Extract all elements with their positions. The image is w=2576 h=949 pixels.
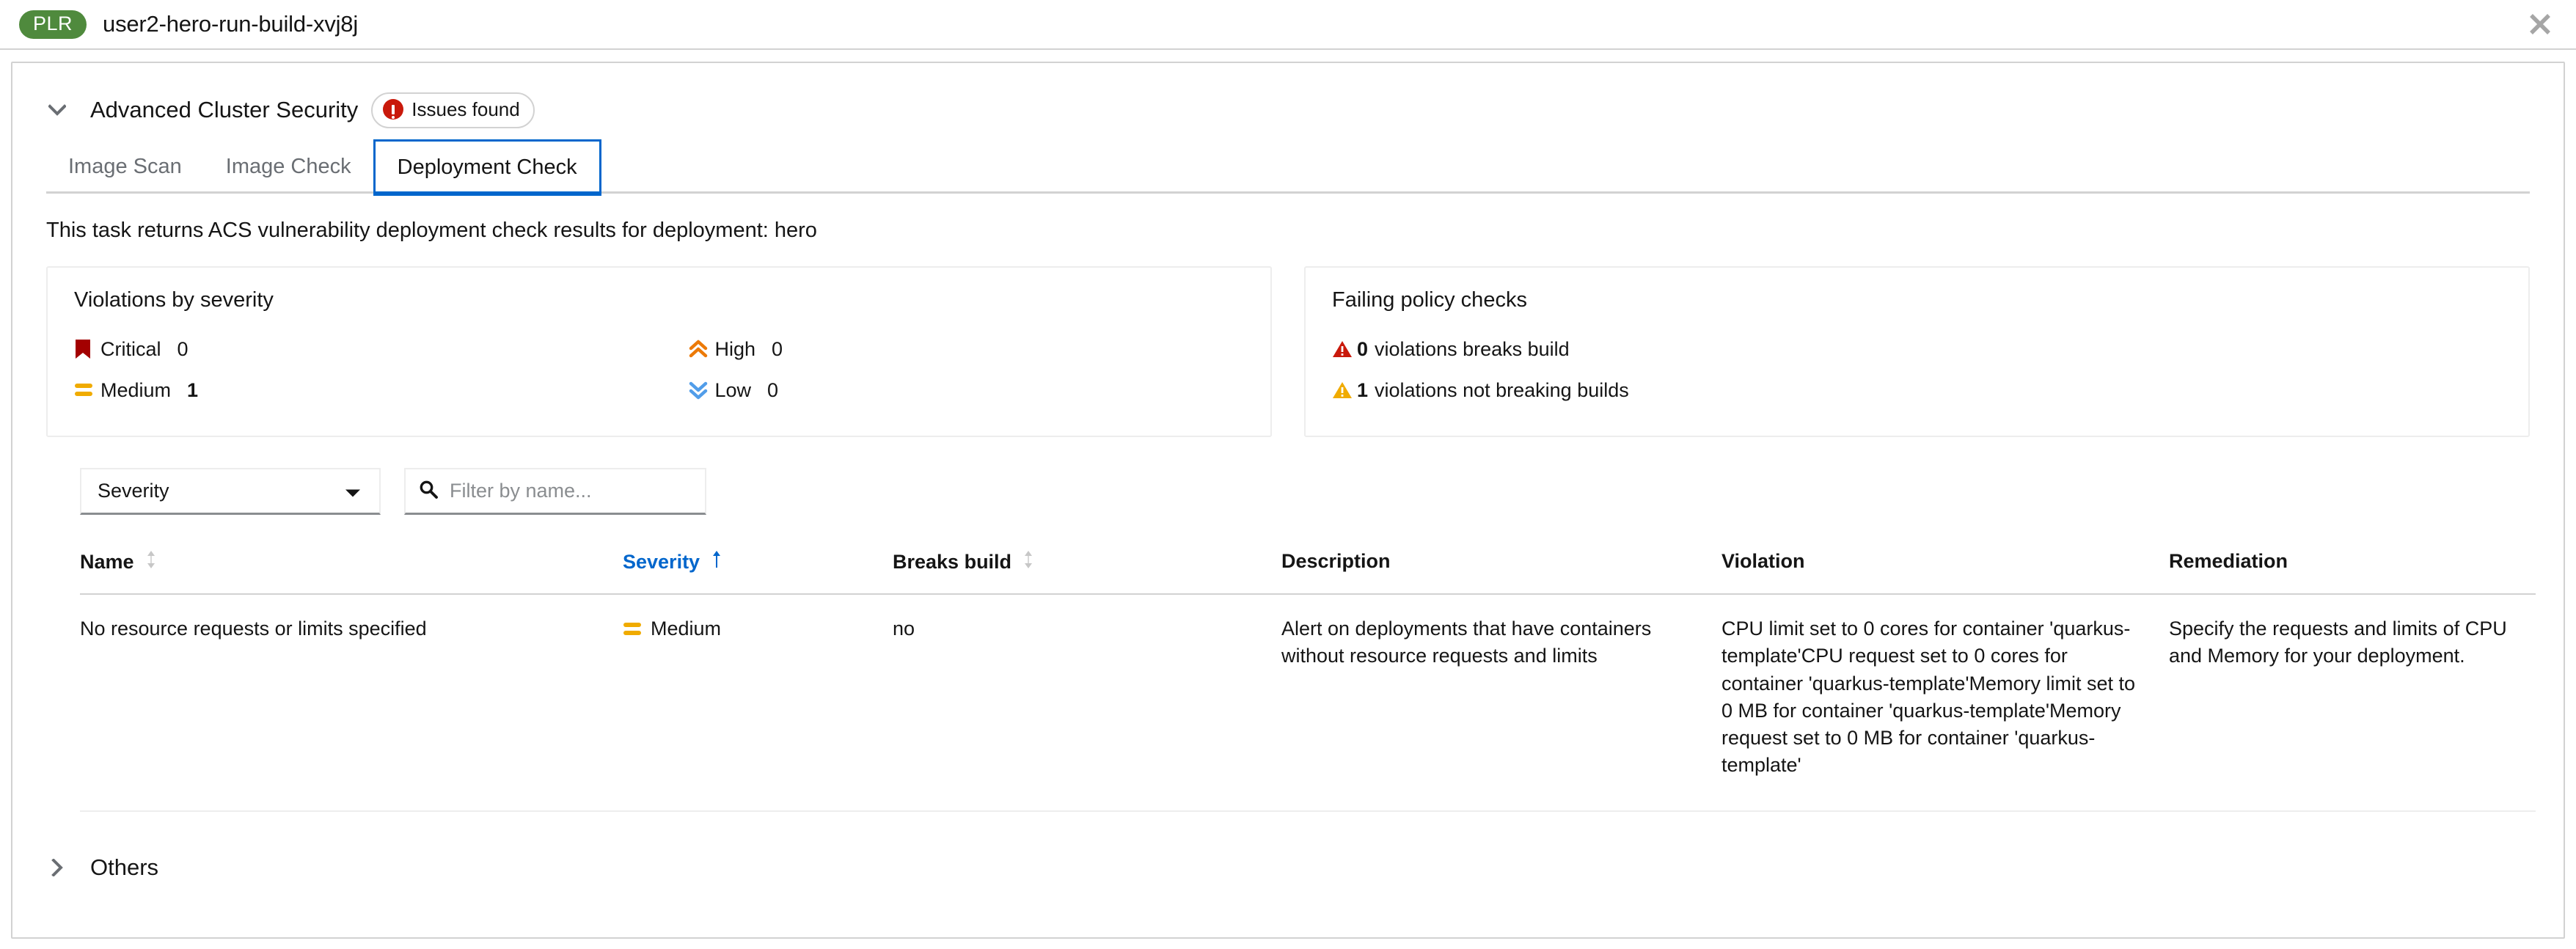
results-panel: Advanced Cluster Security Issues found I…	[11, 62, 2565, 939]
name-filter-search[interactable]	[404, 468, 706, 515]
critical-severity-icon	[74, 339, 99, 359]
exclamation-circle-icon	[383, 99, 404, 120]
severity-label-high: High	[714, 337, 756, 360]
table-toolbar: Severity	[80, 468, 2564, 515]
tab-image-scan[interactable]: Image Scan	[46, 139, 204, 194]
policy-text-breaks-build: violations breaks build	[1375, 337, 1570, 360]
severity-row-low: Low 0	[689, 370, 1245, 411]
column-label-breaks-build: Breaks build	[893, 551, 1012, 573]
pipeline-run-badge: PLR	[19, 10, 87, 39]
policy-row-not-breaking-builds: 1 violations not breaking builds	[1332, 370, 2502, 411]
severity-filter-select[interactable]: Severity	[80, 468, 381, 515]
violations-by-severity-card: Violations by severity Critical 0 Medium…	[46, 266, 1272, 437]
column-header-description: Description	[1281, 540, 1721, 595]
failing-policy-checks-card: Failing policy checks 0 violations break…	[1304, 266, 2530, 437]
error-triangle-icon	[1332, 340, 1357, 359]
summary-cards: Violations by severity Critical 0 Medium…	[46, 266, 2530, 437]
column-label-name: Name	[80, 551, 134, 573]
column-header-severity[interactable]: Severity	[623, 540, 893, 595]
severity-row-medium: Medium 1	[74, 370, 659, 411]
search-icon	[419, 480, 438, 502]
column-header-breaks-build[interactable]: Breaks build	[893, 540, 1281, 595]
severity-row-critical: Critical 0	[74, 329, 659, 370]
column-label-severity: Severity	[623, 551, 700, 573]
severity-count-medium: 1	[187, 378, 199, 401]
cell-description: Alert on deployments that have container…	[1281, 594, 1721, 812]
severity-count-low: 0	[767, 378, 779, 401]
table-header-row: Name Severity Breaks build Description V…	[80, 540, 2536, 595]
chevron-down-icon	[345, 480, 360, 502]
sort-icon	[1023, 550, 1033, 574]
table-body: No resource requests or limits specified…	[80, 594, 2536, 812]
high-severity-icon	[689, 340, 714, 359]
others-label: Others	[90, 854, 159, 880]
table-row: No resource requests or limits specified…	[80, 594, 2536, 812]
medium-severity-icon	[74, 382, 99, 398]
close-button[interactable]	[2523, 7, 2557, 41]
section-collapse-toggle[interactable]	[46, 99, 68, 121]
window-header: PLR user2-hero-run-build-xvj8j	[0, 0, 2576, 50]
medium-severity-icon	[623, 615, 642, 637]
chevron-right-icon	[51, 858, 63, 876]
severity-filter-value: Severity	[98, 480, 169, 502]
page-title: user2-hero-run-build-xvj8j	[103, 11, 359, 37]
tab-deployment-check[interactable]: Deployment Check	[373, 139, 601, 196]
column-header-violation: Violation	[1721, 540, 2169, 595]
severity-count-critical: 0	[177, 337, 189, 360]
column-header-remediation: Remediation	[2169, 540, 2536, 595]
cell-name: No resource requests or limits specified	[80, 594, 623, 812]
cell-remediation: Specify the requests and limits of CPU a…	[2169, 594, 2536, 812]
violations-table: Name Severity Breaks build Description V…	[80, 540, 2536, 812]
policy-count-breaks-build: 0	[1357, 337, 1369, 360]
table-header: Name Severity Breaks build Description V…	[80, 540, 2536, 595]
others-section-header: Others	[46, 854, 2564, 881]
low-severity-icon	[689, 381, 714, 400]
issues-found-badge[interactable]: Issues found	[371, 92, 535, 128]
cell-violation: CPU limit set to 0 cores for container '…	[1721, 594, 2169, 812]
close-icon	[2530, 14, 2550, 34]
search-input[interactable]	[448, 479, 692, 503]
others-expand-toggle[interactable]	[46, 857, 68, 879]
policy-row-breaks-build: 0 violations breaks build	[1332, 329, 2502, 370]
policy-count-not-breaking-builds: 1	[1357, 378, 1369, 401]
severity-label-medium: Medium	[100, 378, 172, 401]
section-title: Advanced Cluster Security	[90, 97, 359, 122]
acs-section-header: Advanced Cluster Security Issues found	[12, 63, 2564, 129]
policy-card-title: Failing policy checks	[1332, 288, 1527, 312]
issues-found-label: Issues found	[411, 98, 520, 120]
severity-count-high: 0	[772, 337, 783, 360]
sort-asc-icon	[711, 550, 722, 574]
task-description: This task returns ACS vulnerability depl…	[46, 219, 817, 242]
severity-row-high: High 0	[689, 329, 1245, 370]
sort-icon	[146, 550, 156, 574]
cell-severity-label: Medium	[651, 618, 722, 640]
severity-label-critical: Critical	[100, 337, 161, 360]
chevron-down-icon	[48, 104, 66, 116]
warning-triangle-icon	[1332, 381, 1357, 400]
cell-breaks-build: no	[893, 594, 1281, 812]
severity-label-low: Low	[714, 378, 752, 401]
cell-severity: Medium	[623, 594, 893, 812]
column-header-name[interactable]: Name	[80, 540, 623, 595]
violations-card-title: Violations by severity	[74, 288, 274, 312]
tab-image-check[interactable]: Image Check	[204, 139, 373, 194]
policy-text-not-breaking-builds: violations not breaking builds	[1375, 378, 1629, 401]
results-tabs: Image Scan Image Check Deployment Check	[46, 139, 2530, 196]
